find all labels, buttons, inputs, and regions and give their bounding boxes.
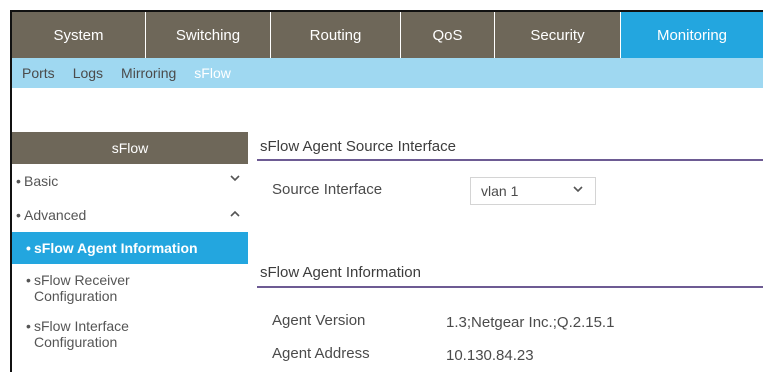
source-interface-label: Source Interface <box>272 181 383 198</box>
bullet: • <box>26 318 31 334</box>
agent-version-value: 1.3;Netgear Inc.;Q.2.15.1 <box>446 314 615 331</box>
sidebar-item-label-line2: Configuration <box>34 288 118 304</box>
tab-qos[interactable]: QoS <box>401 12 495 58</box>
subnav-logs[interactable]: Logs <box>73 65 103 81</box>
section-title-source-interface: sFlow Agent Source Interface <box>260 138 456 155</box>
sidebar-group-label: Basic <box>24 173 59 189</box>
sidebar-item-label: sFlow Agent Information <box>34 240 198 256</box>
select-value: vlan 1 <box>481 183 519 199</box>
sidebar-item-sflow-receiver-configuration[interactable]: • sFlow Receiver Configuration <box>12 264 248 308</box>
source-interface-select[interactable]: vlan 1 <box>470 177 596 205</box>
section-divider <box>257 286 763 288</box>
top-nav-tabs: System Switching Routing QoS Security Mo… <box>12 12 763 58</box>
tab-label: QoS <box>432 26 463 44</box>
bullet: • <box>26 240 31 256</box>
subnav-mirroring[interactable]: Mirroring <box>121 65 176 81</box>
sidebar-group-advanced[interactable]: • Advanced <box>12 198 248 232</box>
agent-version-label: Agent Version <box>272 312 366 329</box>
chevron-up-icon <box>230 209 240 221</box>
tab-switching[interactable]: Switching <box>146 12 271 58</box>
sidebar-group-label: Advanced <box>24 207 87 223</box>
sidebar-item-label-line1: sFlow Receiver <box>34 272 130 288</box>
sidebar-title: sFlow <box>12 132 248 164</box>
chevron-down-icon <box>573 184 583 196</box>
sidebar-group-basic[interactable]: • Basic <box>12 164 248 198</box>
tab-label: System <box>53 26 104 44</box>
tab-routing[interactable]: Routing <box>271 12 401 58</box>
agent-address-label: Agent Address <box>272 345 370 362</box>
tab-label: Switching <box>175 26 241 44</box>
agent-address-value: 10.130.84.23 <box>446 347 534 364</box>
sidebar: sFlow • Basic • Advanced • sFlow Agent I… <box>12 132 248 372</box>
sidebar-item-label-line1: sFlow Interface <box>34 318 129 334</box>
bullet: • <box>16 173 21 189</box>
subnav-ports[interactable]: Ports <box>22 65 55 81</box>
tab-monitoring[interactable]: Monitoring <box>621 12 763 58</box>
tab-label: Security <box>530 26 585 44</box>
section-divider <box>257 159 763 161</box>
sub-nav: Ports Logs Mirroring sFlow <box>12 58 763 88</box>
tab-label: Monitoring <box>656 26 728 44</box>
bullet: • <box>26 272 31 288</box>
tab-system[interactable]: System <box>12 12 146 58</box>
sidebar-item-sflow-interface-configuration[interactable]: • sFlow Interface Configuration <box>12 308 248 354</box>
tab-security[interactable]: Security <box>495 12 621 58</box>
subnav-sflow[interactable]: sFlow <box>194 65 231 81</box>
bullet: • <box>16 207 21 223</box>
app-frame: System Switching Routing QoS Security Mo… <box>10 10 763 372</box>
sidebar-item-label-line2: Configuration <box>34 334 118 350</box>
sidebar-item-sflow-agent-information[interactable]: • sFlow Agent Information <box>12 232 248 264</box>
chevron-down-icon <box>230 173 240 185</box>
section-title-agent-information: sFlow Agent Information <box>260 264 421 281</box>
tab-label: Routing <box>309 26 362 44</box>
